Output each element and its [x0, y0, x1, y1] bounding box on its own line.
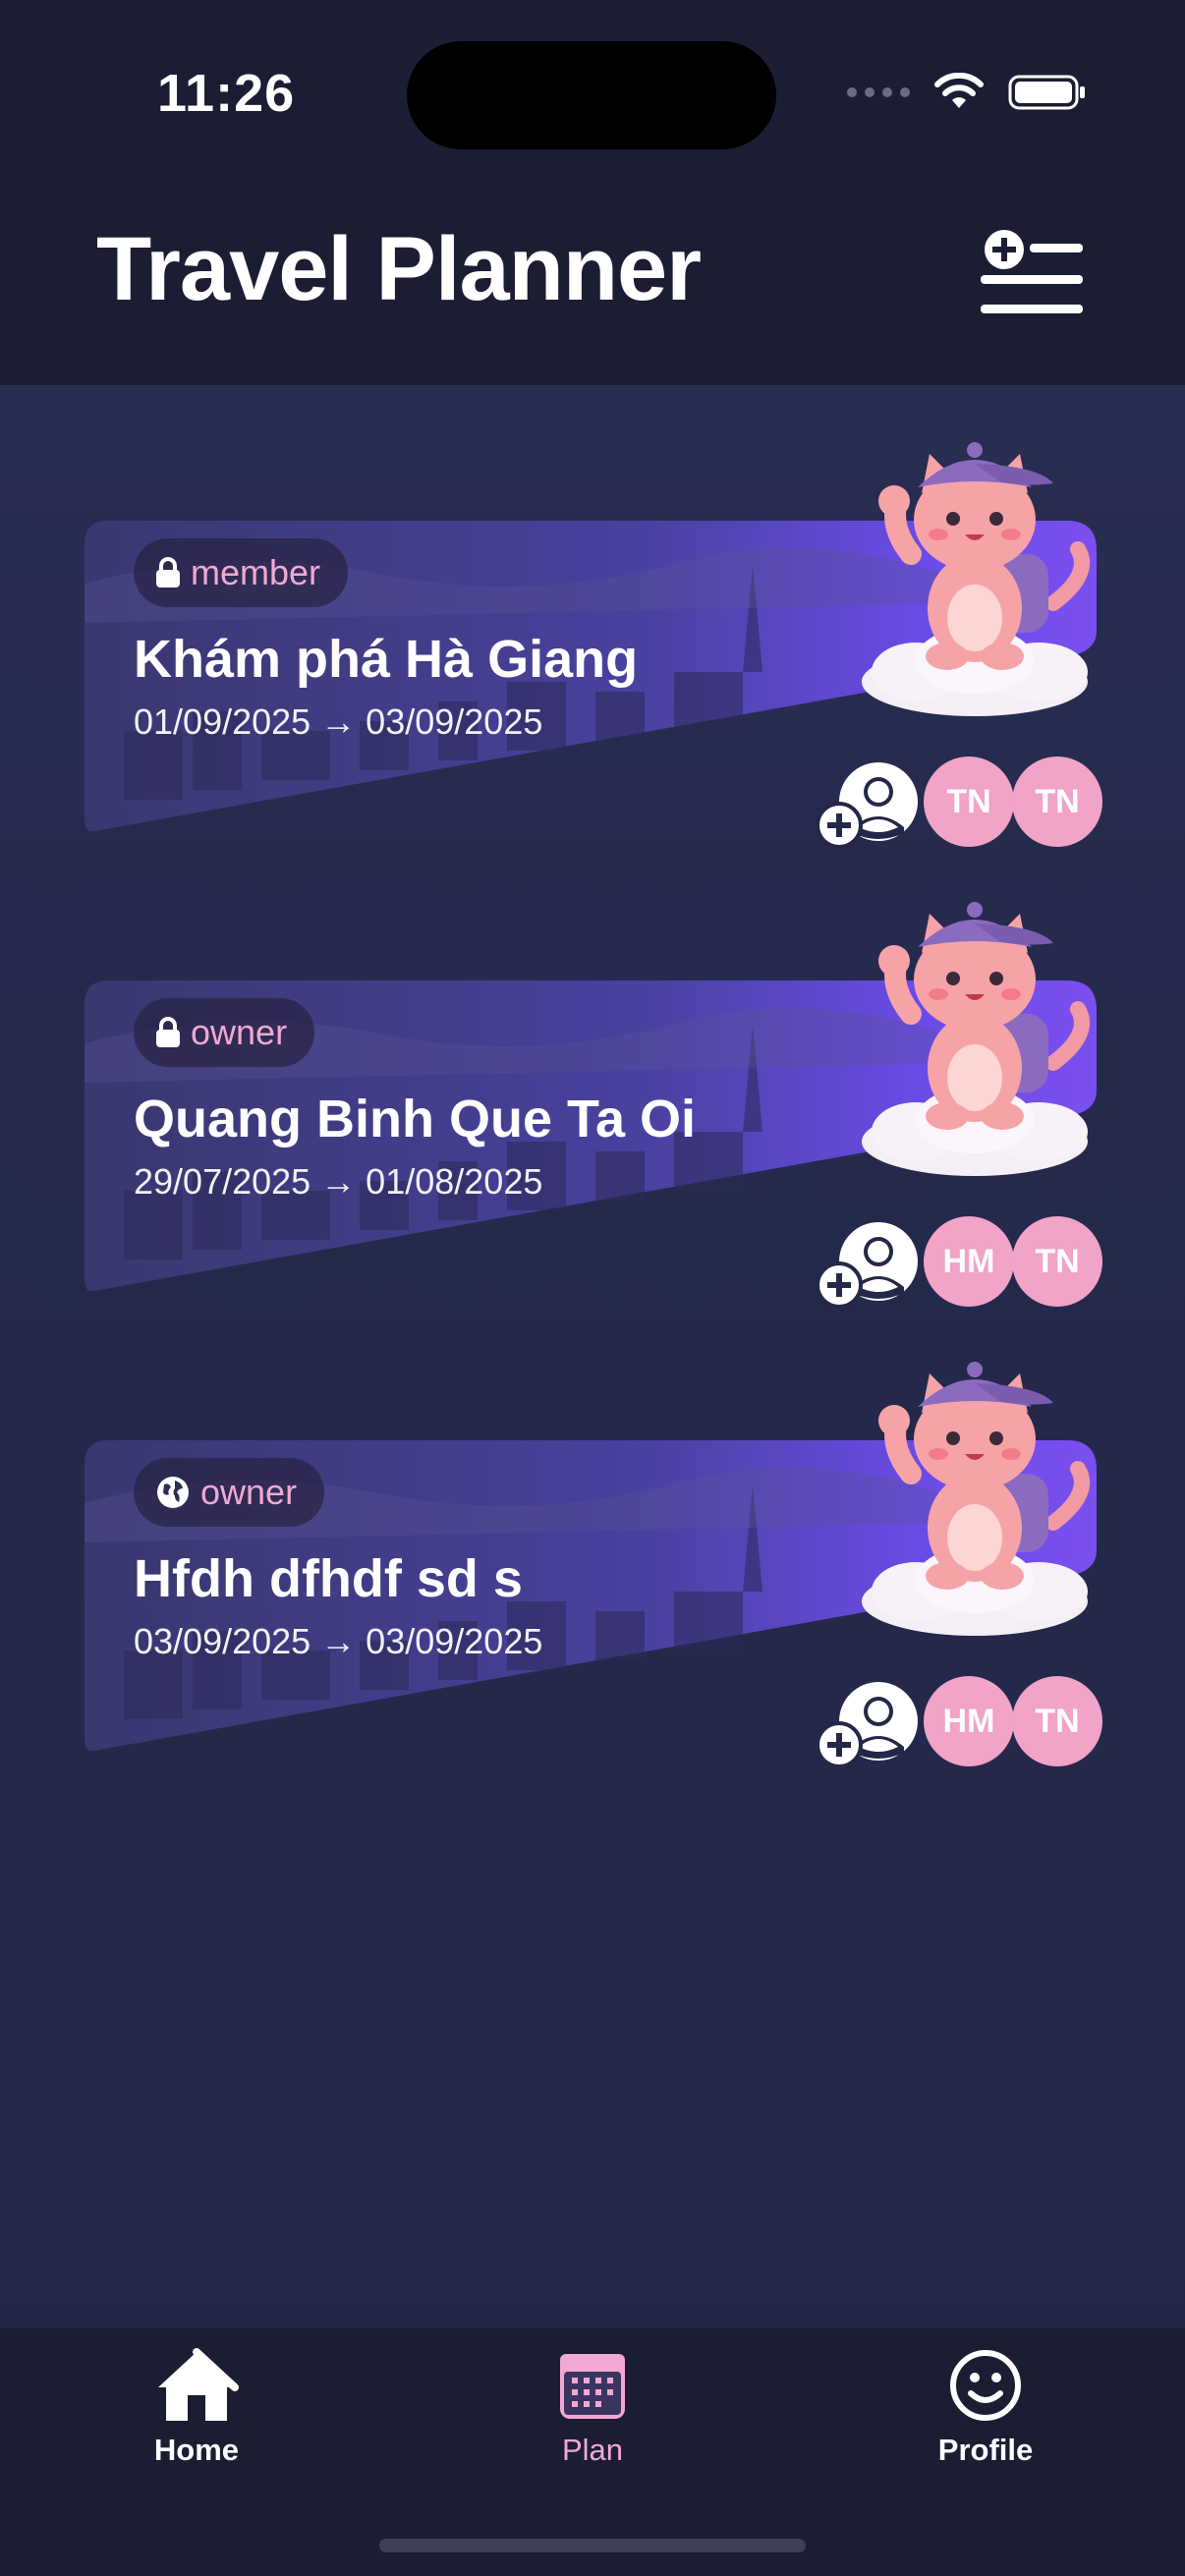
trip-card[interactable]: owner Hfdh dfhdf sd s 03/09/2025 → 03/09… — [85, 1356, 1102, 1768]
lock-icon — [156, 557, 180, 588]
page-title: Travel Planner — [96, 219, 702, 319]
dynamic-island — [407, 41, 776, 149]
home-indicator — [379, 2539, 806, 2552]
visibility-label: owner — [200, 1472, 298, 1512]
member-avatar[interactable]: TN — [1012, 1676, 1102, 1766]
trip-dates: 03/09/2025 → 03/09/2025 — [134, 1621, 543, 1661]
members-row: HM TN — [814, 1214, 1102, 1309]
cat-mascot-icon — [862, 1362, 1090, 1636]
nav-label-profile: Profile — [937, 2433, 1034, 2467]
members-row: HM TN — [814, 1674, 1102, 1768]
visibility-label: member — [191, 552, 321, 592]
add-member-icon[interactable] — [814, 1674, 922, 1768]
nav-item-profile[interactable]: Profile — [887, 2346, 1084, 2484]
wifi-icon — [934, 73, 984, 108]
trip-name: Quang Binh Que Ta Oi — [134, 1090, 697, 1148]
member-avatar[interactable]: TN — [1012, 1216, 1102, 1307]
lock-icon — [156, 1017, 180, 1047]
trip-dates: 01/09/2025 → 03/09/2025 — [134, 701, 543, 742]
trip-name: Hfdh dfhdf sd s — [134, 1549, 523, 1608]
visibility-label: owner — [191, 1012, 288, 1052]
visibility-badge: owner — [134, 1458, 325, 1527]
home-icon — [158, 2348, 239, 2421]
add-member-icon[interactable] — [814, 1214, 922, 1309]
signal-icon — [847, 87, 910, 97]
cat-mascot-icon — [862, 442, 1090, 716]
top-bar: 11:26 Travel Planner — [0, 0, 1185, 385]
status-icons — [847, 73, 1087, 112]
nav-label-plan: Plan — [561, 2433, 624, 2467]
member-avatar[interactable]: TN — [924, 756, 1014, 847]
nav-item-plan[interactable]: Plan — [494, 2346, 691, 2484]
nav-label-home: Home — [153, 2433, 240, 2467]
trip-card[interactable]: owner Quang Binh Que Ta Oi 29/07/2025 → … — [85, 896, 1102, 1309]
nav-item-home[interactable]: Home — [98, 2346, 295, 2484]
calendar-icon — [560, 2354, 625, 2419]
cat-mascot-icon — [862, 902, 1090, 1176]
members-row: TN TN — [814, 755, 1102, 849]
trip-card[interactable]: member Khám phá Hà Giang 01/09/2025 → 03… — [85, 436, 1102, 849]
trip-dates: 29/07/2025 → 01/08/2025 — [134, 1161, 543, 1202]
visibility-badge: owner — [134, 998, 315, 1067]
smiley-icon — [950, 2350, 1021, 2421]
member-avatar[interactable]: HM — [924, 1676, 1014, 1766]
status-time: 11:26 — [157, 64, 296, 123]
globe-icon — [157, 1477, 189, 1508]
member-avatar[interactable]: HM — [924, 1216, 1014, 1307]
add-list-icon[interactable] — [981, 228, 1083, 316]
trip-name: Khám phá Hà Giang — [134, 630, 639, 689]
add-member-icon[interactable] — [814, 755, 922, 849]
battery-icon — [1008, 75, 1085, 110]
member-avatar[interactable]: TN — [1012, 756, 1102, 847]
visibility-badge: member — [134, 538, 349, 607]
